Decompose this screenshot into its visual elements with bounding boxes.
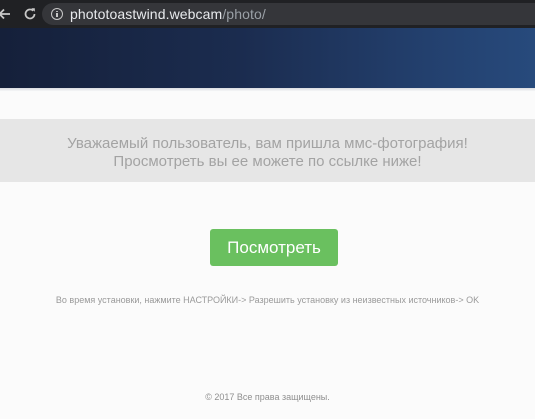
- message-box: Уважаемый пользователь, вам пришла ммс-ф…: [0, 119, 535, 182]
- view-button[interactable]: Посмотреть: [210, 229, 338, 266]
- url-text[interactable]: phototoastwind.webcam/photo/: [70, 6, 266, 22]
- browser-toolbar: phototoastwind.webcam/photo/: [0, 0, 535, 28]
- install-instruction: Во время установки, нажмите НАСТРОЙКИ-> …: [55, 295, 480, 305]
- back-arrow-icon[interactable]: [0, 4, 14, 24]
- address-bar[interactable]: phototoastwind.webcam/photo/: [42, 3, 535, 25]
- info-icon[interactable]: [51, 8, 63, 20]
- message-line-2: Просмотреть вы ее можете по ссылке ниже!: [113, 153, 422, 170]
- page-content: Уважаемый пользователь, вам пришла ммс-ф…: [0, 92, 535, 419]
- reload-icon[interactable]: [20, 4, 40, 24]
- header-banner: [0, 28, 535, 88]
- footer-copyright: © 2017 Все права защищены.: [205, 392, 330, 402]
- url-host: phototoastwind.webcam: [70, 6, 223, 22]
- message-line-1: Уважаемый пользователь, вам пришла ммс-ф…: [67, 135, 468, 152]
- url-path: /photo/: [222, 6, 266, 22]
